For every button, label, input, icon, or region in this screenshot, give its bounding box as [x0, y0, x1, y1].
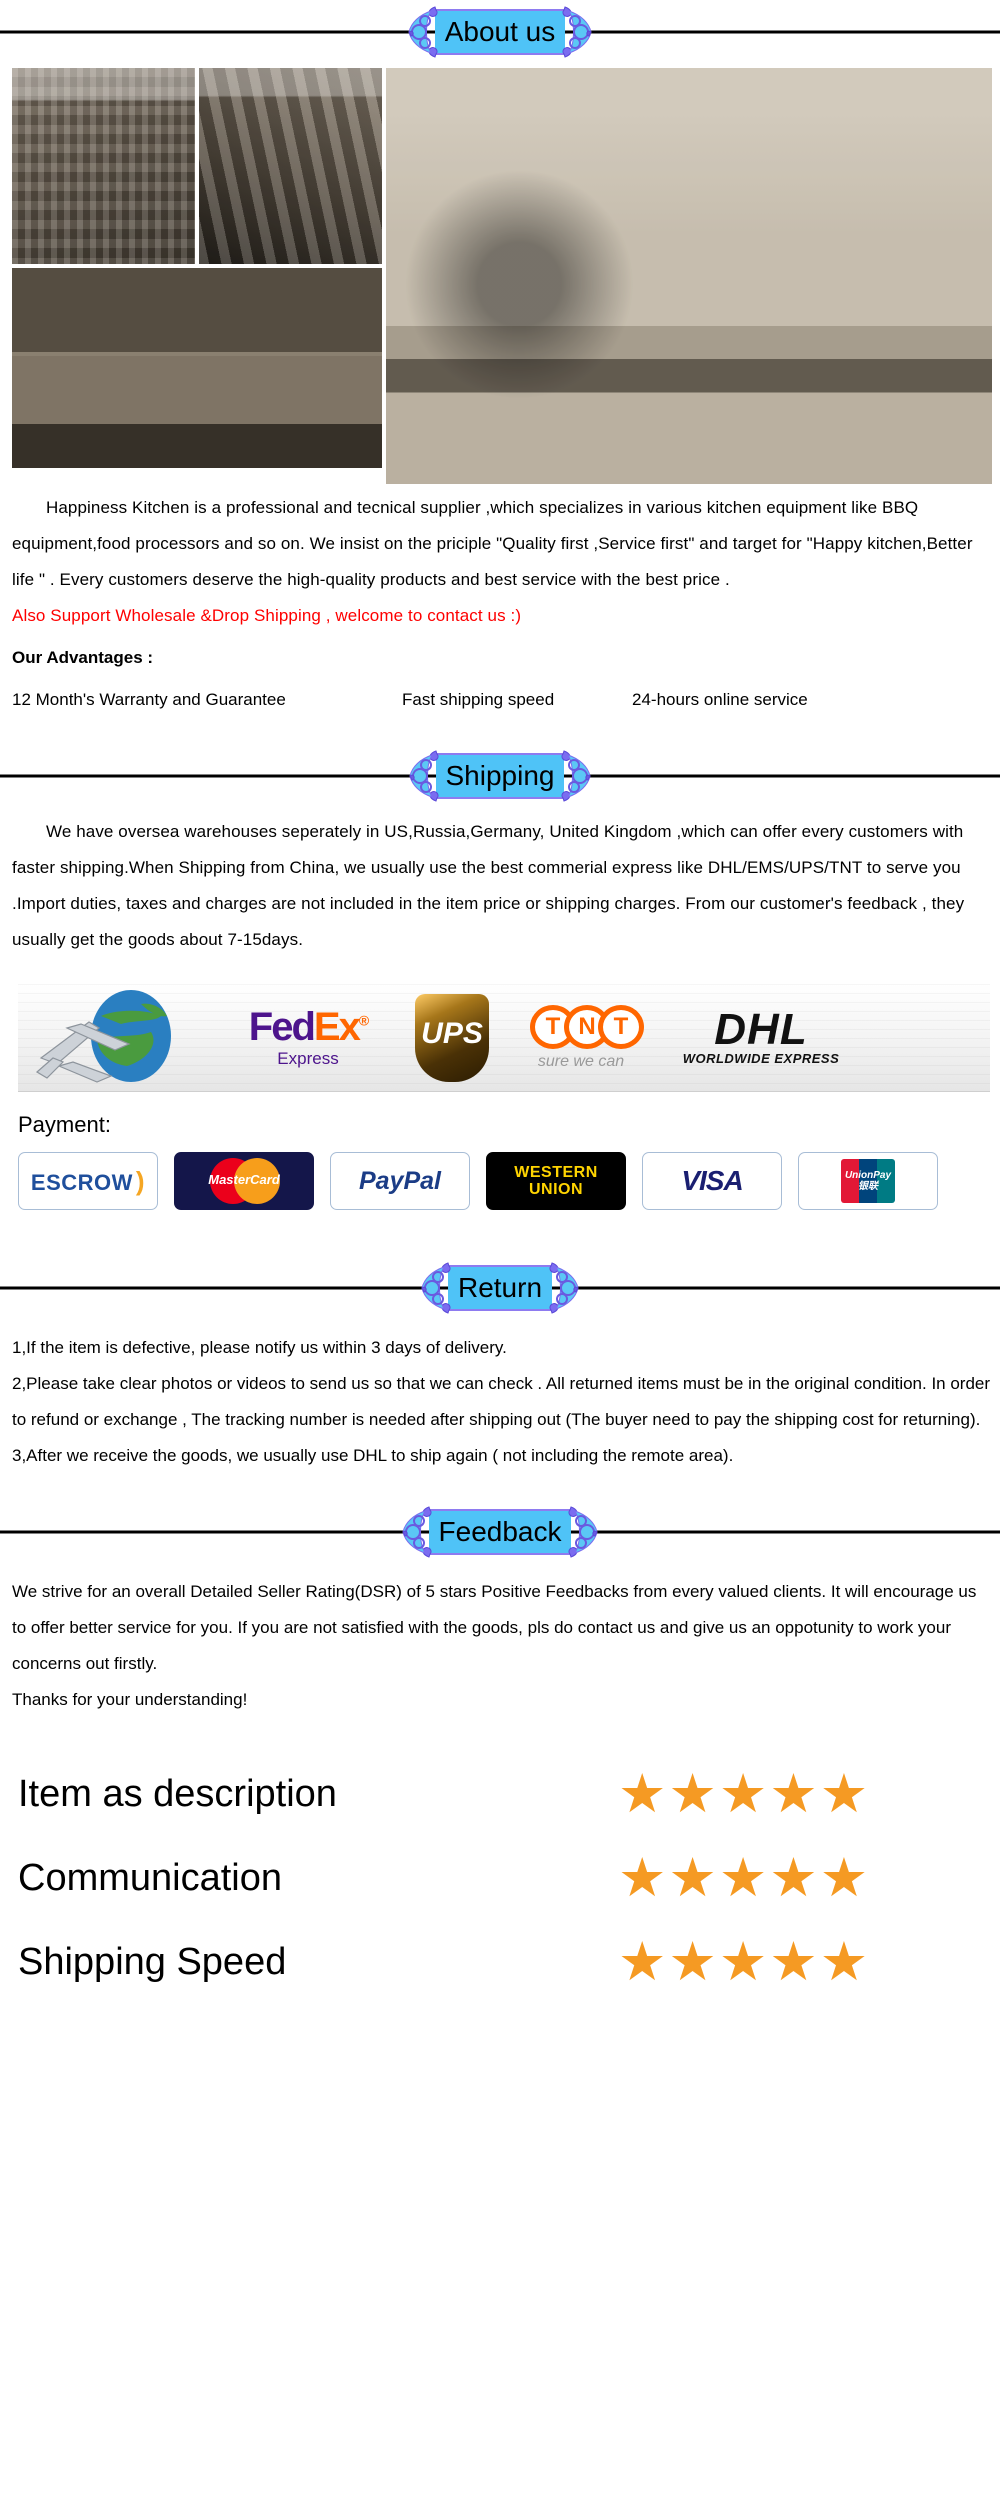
star-icon: ★: [668, 1848, 717, 1908]
visa-text: VISA: [681, 1165, 743, 1196]
tnt-logo: T N T sure we can: [506, 1004, 656, 1071]
western-union-logo: WESTERN UNION: [486, 1152, 626, 1210]
paypal-logo: PayPal: [330, 1152, 470, 1210]
star-rating-communication: ★ ★ ★ ★ ★: [618, 1851, 868, 1905]
section-banner-feedback: Feedback: [0, 1500, 1000, 1564]
collage-top-pair: [12, 68, 382, 264]
shipping-text-block: We have oversea warehouses seperately in…: [0, 808, 1000, 958]
dhl-tagline: WORLDWIDE EXPRESS: [682, 1050, 840, 1066]
star-icon: ★: [668, 1932, 717, 1992]
about-photo-collage: [0, 64, 1000, 484]
advantage-item: 12 Month's Warranty and Guarantee: [12, 690, 286, 709]
star-icon: ★: [819, 1932, 869, 1992]
warehouse-boxes-photo: [12, 68, 195, 264]
unionpay-text-cn: 银联: [858, 1181, 878, 1192]
advantage-item: 24-hours online service: [632, 690, 808, 709]
unionpay-logo: UnionPay 银联: [798, 1152, 938, 1210]
star-icon: ★: [718, 1764, 768, 1824]
tnt-letter: T: [598, 1004, 644, 1049]
air-globe-icon: [18, 985, 218, 1091]
advantages-row: 12 Month's Warranty and Guarantee Fast s…: [0, 668, 1000, 710]
section-banner-about: About us: [0, 0, 1000, 64]
dsr-rating-list: Item as description ★ ★ ★ ★ ★ Communication …: [0, 1718, 1000, 2034]
ups-logo: UPS: [398, 993, 506, 1082]
banner-label: Feedback: [438, 1516, 562, 1547]
carrier-logo-strip: FedEx® Express UPS T N T sure we can DHL…: [18, 984, 990, 1092]
feedback-text-block: We strive for an overall Detailed Seller…: [0, 1564, 1000, 1718]
payment-title: Payment:: [18, 1112, 111, 1137]
star-icon: ★: [718, 1848, 768, 1908]
rating-label: Item as description: [18, 1773, 337, 1815]
fedex-fed-text: Fed: [248, 1004, 316, 1049]
banner-return: Return: [418, 1259, 582, 1317]
ups-text: UPS: [421, 1016, 483, 1050]
return-policy-item: 1,If the item is defective, please notif…: [12, 1338, 507, 1357]
section-banner-return: Return: [0, 1256, 1000, 1320]
fedex-ex-text: Ex: [313, 1004, 361, 1049]
production-line-photo: [199, 68, 382, 264]
tnt-letters: T N T: [530, 1004, 644, 1049]
banner-label: Shipping: [445, 760, 555, 791]
feedback-paragraph: We strive for an overall Detailed Seller…: [12, 1582, 977, 1673]
star-icon: ★: [769, 1932, 818, 1992]
banner-label: About us: [444, 16, 556, 47]
unionpay-card-icon: UnionPay 银联: [841, 1159, 895, 1203]
tnt-tagline: sure we can: [537, 1052, 625, 1070]
return-policy-list: 1,If the item is defective, please notif…: [0, 1320, 1000, 1474]
feedback-thanks: Thanks for your understanding!: [12, 1690, 248, 1709]
escrow-swoosh-icon: ): [135, 1165, 146, 1196]
western-union-line2: UNION: [528, 1181, 584, 1198]
fedex-logo: FedEx® Express: [248, 1004, 369, 1068]
star-rating-shipping-speed: ★ ★ ★ ★ ★: [618, 1935, 868, 1989]
mastercard-text: MasterCard: [208, 1172, 280, 1187]
banner-about: About us: [405, 3, 596, 61]
mastercard-circles-icon: MasterCard: [196, 1158, 292, 1204]
banner-feedback: Feedback: [399, 1503, 602, 1561]
unionpay-text: UnionPay: [844, 1170, 892, 1181]
mastercard-logo: MasterCard: [174, 1152, 314, 1210]
factory-building-photo: [12, 268, 382, 468]
paypal-text: PayPal: [358, 1166, 441, 1195]
escrow-logo: ESCROW): [18, 1152, 158, 1210]
star-icon: ★: [769, 1764, 818, 1824]
rating-row: Communication ★ ★ ★ ★ ★: [18, 1836, 988, 1920]
rating-label: Communication: [18, 1857, 282, 1899]
dhl-text: DHL: [714, 1005, 808, 1055]
fedex-express-text: Express: [277, 1048, 339, 1068]
star-icon: ★: [668, 1764, 717, 1824]
about-text-block: Happiness Kitchen is a professional and …: [0, 484, 1000, 634]
star-icon: ★: [769, 1848, 818, 1908]
star-icon: ★: [718, 1932, 768, 1992]
ups-shield-icon: UPS: [415, 993, 489, 1082]
banner-shipping: Shipping: [406, 747, 595, 805]
star-icon: ★: [819, 1848, 869, 1908]
visa-logo: VISA: [642, 1152, 782, 1210]
collage-left-column: [12, 68, 382, 484]
star-icon: ★: [618, 1764, 667, 1824]
star-icon: ★: [618, 1932, 667, 1992]
rating-label: Shipping Speed: [18, 1941, 287, 1983]
western-union-line1: WESTERN: [514, 1164, 598, 1181]
escrow-text: ESCROW: [30, 1169, 133, 1195]
product-description-page: About us Happiness Kitchen is a professi…: [0, 0, 1000, 2034]
advantage-item: Fast shipping speed: [402, 690, 555, 709]
dhl-logo: DHL WORLDWIDE EXPRESS: [656, 1005, 866, 1066]
star-rating-item-as-description: ★ ★ ★ ★ ★: [618, 1767, 868, 1821]
advantages-title: Our Advantages :: [12, 648, 154, 667]
section-banner-shipping: Shipping: [0, 744, 1000, 808]
kitchen-interior-photo: [386, 68, 992, 484]
rating-row: Shipping Speed ★ ★ ★ ★ ★: [18, 1920, 988, 2004]
return-policy-item: 2,Please take clear photos or videos to …: [12, 1374, 991, 1429]
star-icon: ★: [618, 1848, 667, 1908]
payment-logo-row: ESCROW) MasterCard PayPal WESTERN UNION …: [0, 1138, 1000, 1210]
about-highlight-line: Also Support Wholesale &Drop Shipping , …: [12, 606, 522, 625]
about-paragraph: Happiness Kitchen is a professional and …: [12, 498, 973, 589]
return-policy-item: 3,After we receive the goods, we usually…: [12, 1446, 734, 1465]
star-icon: ★: [819, 1764, 869, 1824]
shipping-paragraph: We have oversea warehouses seperately in…: [12, 822, 965, 949]
rating-row: Item as description ★ ★ ★ ★ ★: [18, 1752, 988, 1836]
banner-label: Return: [457, 1272, 543, 1303]
